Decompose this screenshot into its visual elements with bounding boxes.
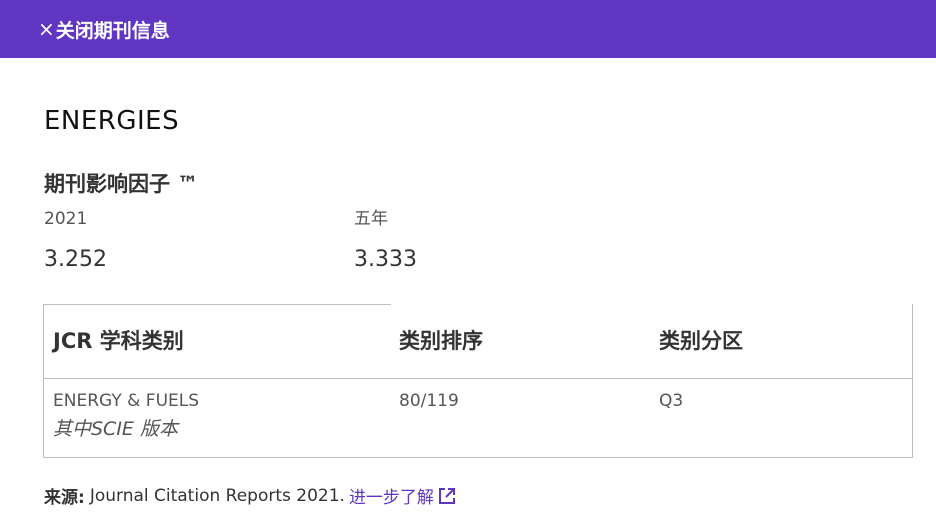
external-link-icon [438,487,455,504]
source-line: 来源: Journal Citation Reports 2021. 进一步了解 [44,483,457,508]
close-journal-info-button[interactable]: × 关闭期刊信息 [38,16,170,42]
journal-title: ENERGIES [44,106,180,136]
column-header-quartile: 类别分区 [659,329,743,353]
source-label: 来源: [44,488,85,508]
jcr-category-table: JCR 学科类别 类别排序 类别分区 ENERGY & FUELS 其中SCIE… [43,304,913,458]
impact-factor-heading: 期刊影响因子 ™ [44,172,199,196]
close-icon: × [38,17,55,41]
learn-more-label: 进一步了解 [348,488,434,508]
category-quartile: Q3 [659,391,684,411]
close-journal-info-label: 关闭期刊信息 [55,19,170,42]
table-divider [44,378,912,379]
column-header-category: JCR 学科类别 [53,329,184,353]
impact-factor-year-label: 2021 [44,209,88,229]
impact-factor-five-year-value: 3.333 [354,247,417,272]
impact-factor-year-value: 3.252 [44,247,107,272]
category-edition: 其中SCIE 版本 [53,418,178,440]
impact-factor-five-year-label: 五年 [354,209,388,229]
category-name: ENERGY & FUELS [53,391,200,411]
learn-more-link[interactable]: 进一步了解 [349,483,457,508]
column-header-rank: 类别排序 [399,329,483,353]
impact-factor-year-column: 2021 3.252 [44,208,107,274]
source-text: Journal Citation Reports 2021. [89,485,345,506]
category-rank: 80/119 [399,391,459,411]
table-top-border [44,304,391,305]
impact-factor-five-year-column: 五年 3.333 [354,208,417,274]
table-row: ENERGY & FUELS 其中SCIE 版本 [53,390,199,440]
journal-info-header: × 关闭期刊信息 [0,0,936,58]
